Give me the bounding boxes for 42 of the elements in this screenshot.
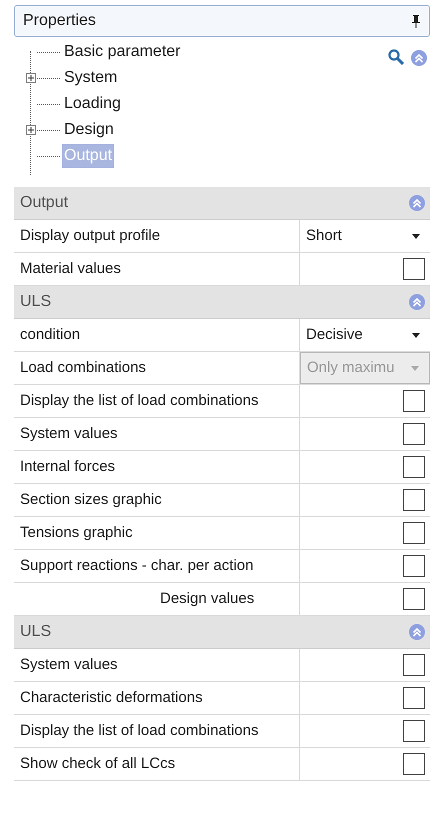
- checkbox[interactable]: [403, 720, 425, 742]
- expand-icon[interactable]: [26, 73, 36, 83]
- property-label: Display the list of load combinations: [20, 720, 258, 741]
- checkbox[interactable]: [403, 555, 425, 577]
- section-title: Output: [20, 193, 68, 213]
- property-label: System values: [20, 424, 118, 444]
- section-title: ULS: [20, 622, 52, 642]
- property-label: System values: [20, 654, 118, 675]
- checkbox[interactable]: [403, 522, 425, 544]
- tree-item[interactable]: Basic parameter: [62, 40, 182, 64]
- checkbox[interactable]: [403, 654, 425, 676]
- checkbox[interactable]: [403, 456, 425, 478]
- property-label: Show check of all LCcs: [20, 754, 176, 774]
- property-label: Display the list of load combinations: [20, 390, 258, 411]
- dropdown-caret-icon: [411, 366, 419, 370]
- checkbox[interactable]: [403, 489, 425, 511]
- pin-icon[interactable]: [411, 14, 421, 28]
- property-label: Material values: [20, 258, 121, 279]
- property-label: Design values: [160, 588, 254, 609]
- property-label: condition: [20, 324, 80, 345]
- search-icon[interactable]: [388, 49, 404, 65]
- property-label: Internal forces: [20, 456, 116, 477]
- tree-item[interactable]: Design: [62, 118, 116, 142]
- property-label: Section sizes graphic: [20, 490, 162, 510]
- expand-icon[interactable]: [26, 125, 36, 135]
- dropdown-caret-icon: [412, 332, 420, 338]
- panel-title: Properties: [23, 11, 96, 31]
- property-label: Display output profile: [20, 226, 160, 246]
- checkbox[interactable]: [403, 390, 425, 412]
- property-label: Characteristic deformations: [20, 688, 203, 708]
- section-title: ULS: [20, 292, 52, 312]
- property-label: Support reactions - char. per action: [20, 556, 254, 576]
- checkbox[interactable]: [403, 753, 425, 775]
- tree-item[interactable]: System: [62, 66, 120, 90]
- dropdown-caret-icon: [412, 234, 420, 238]
- property-label: Tensions graphic: [20, 522, 133, 543]
- checkbox[interactable]: [403, 588, 425, 610]
- checkbox[interactable]: [403, 258, 425, 280]
- checkbox[interactable]: [403, 423, 425, 445]
- checkbox[interactable]: [403, 687, 425, 709]
- property-label: Load combinations: [20, 358, 146, 378]
- tree-item[interactable]: Loading: [62, 92, 123, 116]
